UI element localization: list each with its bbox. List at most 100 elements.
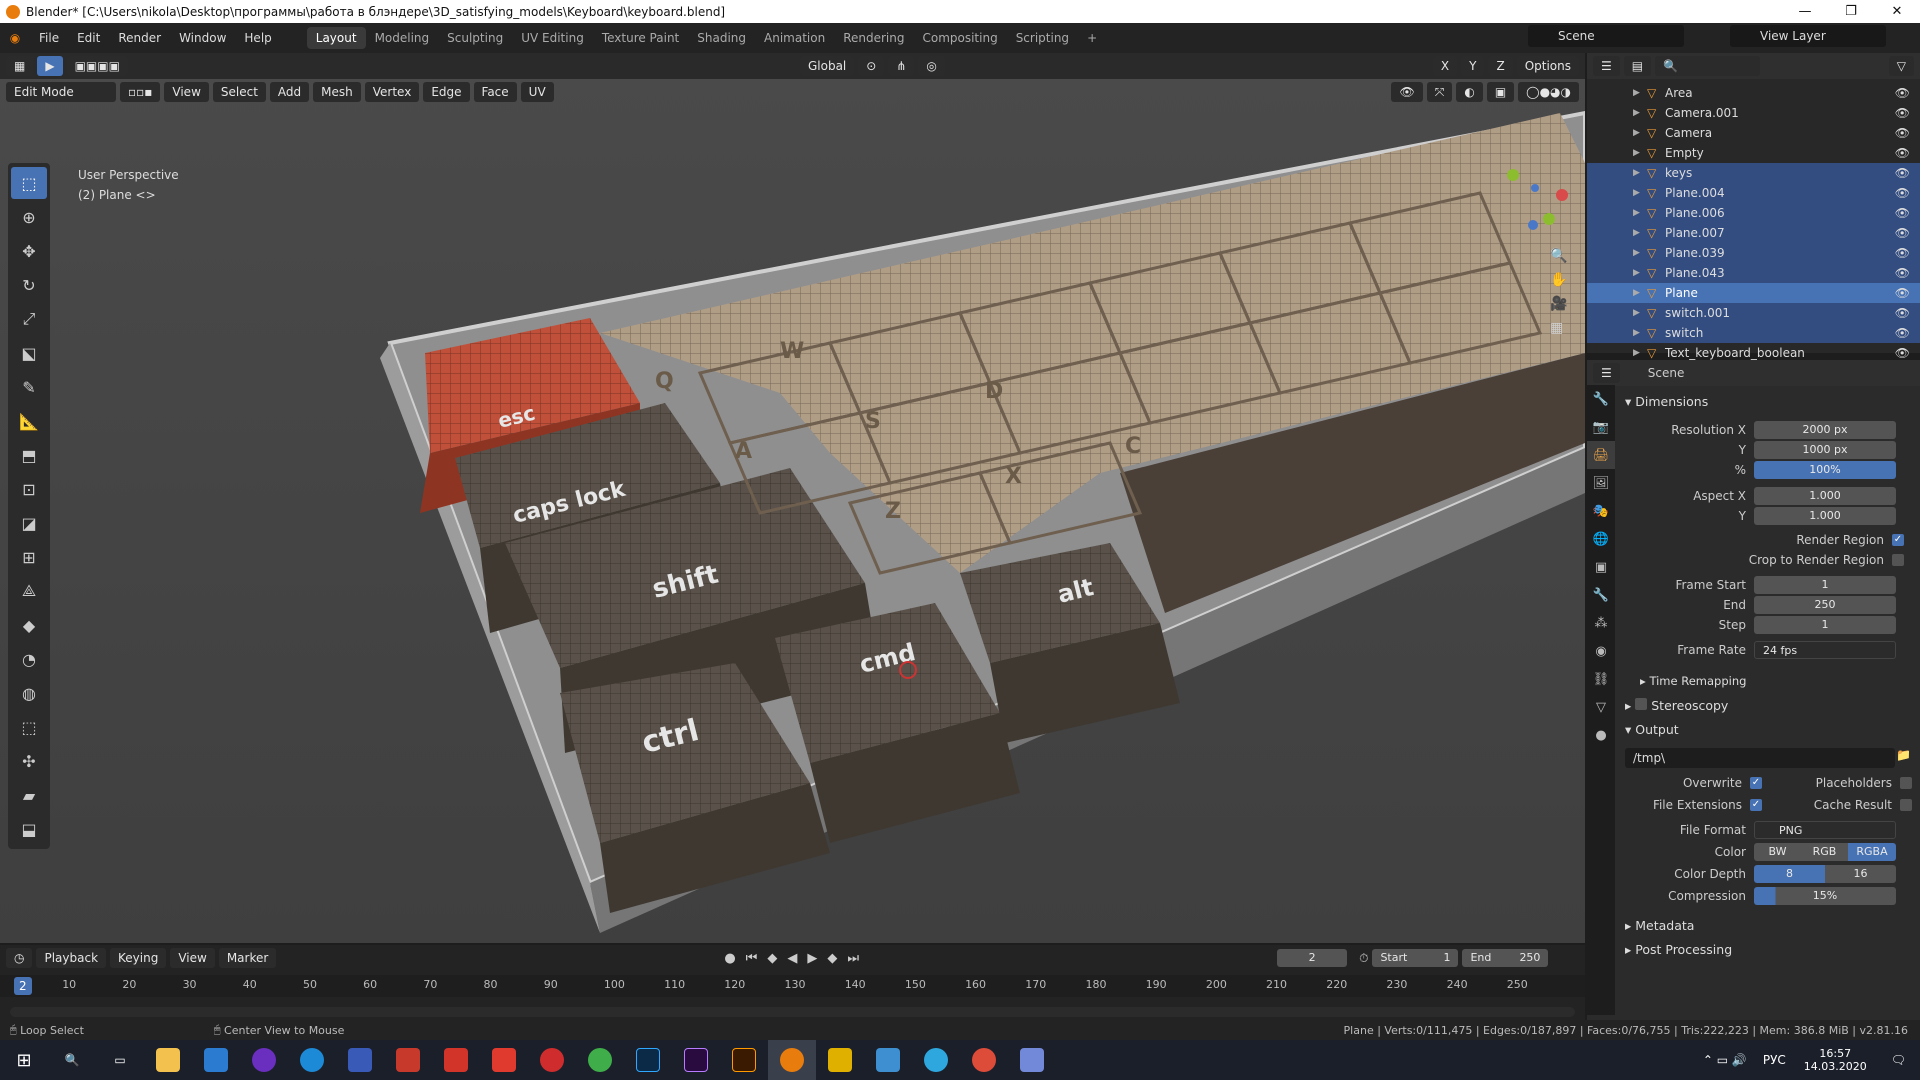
compression-slider[interactable]: 15%: [1754, 887, 1896, 905]
search-icon[interactable]: 🔍: [48, 1040, 96, 1080]
output-tab-icon[interactable]: 🖨: [1587, 441, 1615, 469]
spin-tool-icon[interactable]: ◔: [11, 643, 47, 675]
menu-keying[interactable]: Keying: [110, 948, 167, 968]
timeline-editor-icon[interactable]: ◷: [6, 948, 33, 968]
frame-end-field[interactable]: 250: [1754, 596, 1896, 614]
expand-arrow-icon[interactable]: ▶: [1633, 328, 1647, 338]
app-purple-icon[interactable]: [240, 1040, 288, 1080]
poly-build-tool-icon[interactable]: ◆: [11, 609, 47, 641]
outliner-item[interactable]: ▶ ▽ Camera.001 👁: [1587, 103, 1920, 123]
maximize-button[interactable]: ❐: [1828, 0, 1874, 23]
view-layer-selector[interactable]: View Layer: [1730, 25, 1886, 47]
rip-tool-icon[interactable]: ⬓: [11, 813, 47, 845]
prev-key-icon[interactable]: ◆: [767, 951, 777, 966]
cursor-tool-icon[interactable]: ⊕: [11, 201, 47, 233]
edge-slide-tool-icon[interactable]: ⬚: [11, 711, 47, 743]
notifications-icon[interactable]: 🗨: [1877, 1053, 1920, 1067]
data-tab-icon[interactable]: ▽: [1587, 693, 1615, 721]
outliner-search-input[interactable]: 🔍: [1655, 56, 1761, 76]
tab-texture-paint[interactable]: Texture Paint: [593, 27, 688, 49]
outliner-item[interactable]: ▶ ▽ Plane.039 👁: [1587, 243, 1920, 263]
scale-tool-icon[interactable]: ⤢: [11, 303, 47, 335]
material-tab-icon[interactable]: ●: [1587, 721, 1615, 749]
tab-layout[interactable]: Layout: [306, 27, 366, 49]
chrome-icon[interactable]: [960, 1040, 1008, 1080]
next-key-icon[interactable]: ◆: [827, 951, 837, 966]
move-tool-icon[interactable]: ✥: [11, 235, 47, 267]
visibility-eye-icon[interactable]: 👁: [1895, 206, 1910, 220]
color-bw-button[interactable]: BW: [1754, 843, 1801, 861]
tab-rendering[interactable]: Rendering: [834, 27, 913, 49]
close-button[interactable]: ✕: [1874, 0, 1920, 23]
crop-checkbox[interactable]: [1892, 554, 1904, 566]
extrude-tool-icon[interactable]: ⬒: [11, 439, 47, 471]
tab-sculpting[interactable]: Sculpting: [438, 27, 512, 49]
3d-viewport[interactable]: ▦ ▶ ▣▣▣▣ Global ⊙ ⋔ ◎ X Y Z Options Edit…: [0, 53, 1585, 943]
expand-arrow-icon[interactable]: ▶: [1633, 108, 1647, 118]
tab-scripting[interactable]: Scripting: [1007, 27, 1078, 49]
menu-file[interactable]: File: [30, 31, 68, 45]
outliner-editor-icon[interactable]: ☰: [1593, 56, 1620, 76]
menu-playback[interactable]: Playback: [36, 948, 107, 968]
menu-marker[interactable]: Marker: [218, 948, 277, 968]
outliner-item[interactable]: ▶ ▽ switch.001 👁: [1587, 303, 1920, 323]
section-dimensions[interactable]: ▾ Dimensions: [1625, 394, 1708, 409]
task-view-icon[interactable]: ▭: [96, 1040, 144, 1080]
explorer-icon[interactable]: [144, 1040, 192, 1080]
visibility-eye-icon[interactable]: 👁: [1895, 326, 1910, 340]
playhead[interactable]: 2: [14, 977, 32, 995]
cache-checkbox[interactable]: [1900, 799, 1912, 811]
tray-icons[interactable]: ⌃ ▭ 🔊: [1695, 1053, 1755, 1067]
outliner-item[interactable]: ▶ ▽ Plane 👁: [1587, 283, 1920, 303]
menu-help[interactable]: Help: [235, 31, 280, 45]
expand-arrow-icon[interactable]: ▶: [1633, 168, 1647, 178]
shrink-fatten-tool-icon[interactable]: ✣: [11, 745, 47, 777]
tab-shading[interactable]: Shading: [688, 27, 755, 49]
loop-cut-tool-icon[interactable]: ⊞: [11, 541, 47, 573]
zoom-icon[interactable]: 🔍: [1550, 248, 1567, 264]
edge-icon[interactable]: [288, 1040, 336, 1080]
app-red3-icon[interactable]: [480, 1040, 528, 1080]
visibility-eye-icon[interactable]: 👁: [1895, 346, 1910, 360]
current-frame-field[interactable]: 2: [1277, 949, 1348, 967]
object-tab-icon[interactable]: ▣: [1587, 553, 1615, 581]
app-red4-icon[interactable]: [528, 1040, 576, 1080]
placeholders-checkbox[interactable]: [1900, 777, 1912, 789]
section-output[interactable]: ▾ Output: [1625, 722, 1679, 737]
depth-16-button[interactable]: 16: [1825, 865, 1896, 883]
visibility-eye-icon[interactable]: 👁: [1895, 186, 1910, 200]
clock[interactable]: 16:57 14.03.2020: [1794, 1047, 1877, 1073]
visibility-eye-icon[interactable]: 👁: [1895, 126, 1910, 140]
annotate-tool-icon[interactable]: ✎: [11, 371, 47, 403]
outliner-item[interactable]: ▶ ▽ keys 👁: [1587, 163, 1920, 183]
world-tab-icon[interactable]: 🌐: [1587, 525, 1615, 553]
measure-tool-icon[interactable]: 📐: [11, 405, 47, 437]
mail-icon[interactable]: [192, 1040, 240, 1080]
knife-tool-icon[interactable]: ⟁: [11, 575, 47, 607]
app-red-icon[interactable]: [384, 1040, 432, 1080]
expand-arrow-icon[interactable]: ▶: [1633, 88, 1647, 98]
properties-editor-icon[interactable]: ☰: [1593, 363, 1620, 383]
visibility-eye-icon[interactable]: 👁: [1895, 266, 1910, 280]
start-frame-field[interactable]: Start 1: [1372, 949, 1459, 967]
menu-timeline-view[interactable]: View: [170, 948, 215, 968]
outliner-item[interactable]: ▶ ▽ Plane.006 👁: [1587, 203, 1920, 223]
file-ext-checkbox[interactable]: ✓: [1750, 799, 1762, 811]
visibility-eye-icon[interactable]: 👁: [1895, 226, 1910, 240]
visibility-eye-icon[interactable]: 👁: [1895, 86, 1910, 100]
outliner-item[interactable]: ▶ ▽ Camera 👁: [1587, 123, 1920, 143]
rotate-tool-icon[interactable]: ↻: [11, 269, 47, 301]
timeline-ruler[interactable]: 2 10 20 30 40 50 60 70 80 90 100 110 120 130 140 150 160…: [0, 975, 1585, 997]
smooth-tool-icon[interactable]: ◍: [11, 677, 47, 709]
language-indicator[interactable]: РУС: [1755, 1053, 1794, 1067]
premiere-icon[interactable]: [672, 1040, 720, 1080]
ortho-grid-icon[interactable]: ▦: [1550, 320, 1567, 336]
outliner-item[interactable]: ▶ ▽ Plane.004 👁: [1587, 183, 1920, 203]
telegram-icon[interactable]: [912, 1040, 960, 1080]
visibility-eye-icon[interactable]: 👁: [1895, 166, 1910, 180]
expand-arrow-icon[interactable]: ▶: [1633, 268, 1647, 278]
expand-arrow-icon[interactable]: ▶: [1633, 148, 1647, 158]
expand-arrow-icon[interactable]: ▶: [1633, 228, 1647, 238]
overwrite-checkbox[interactable]: ✓: [1750, 777, 1762, 789]
resolution-y-field[interactable]: 1000 px: [1754, 441, 1896, 459]
